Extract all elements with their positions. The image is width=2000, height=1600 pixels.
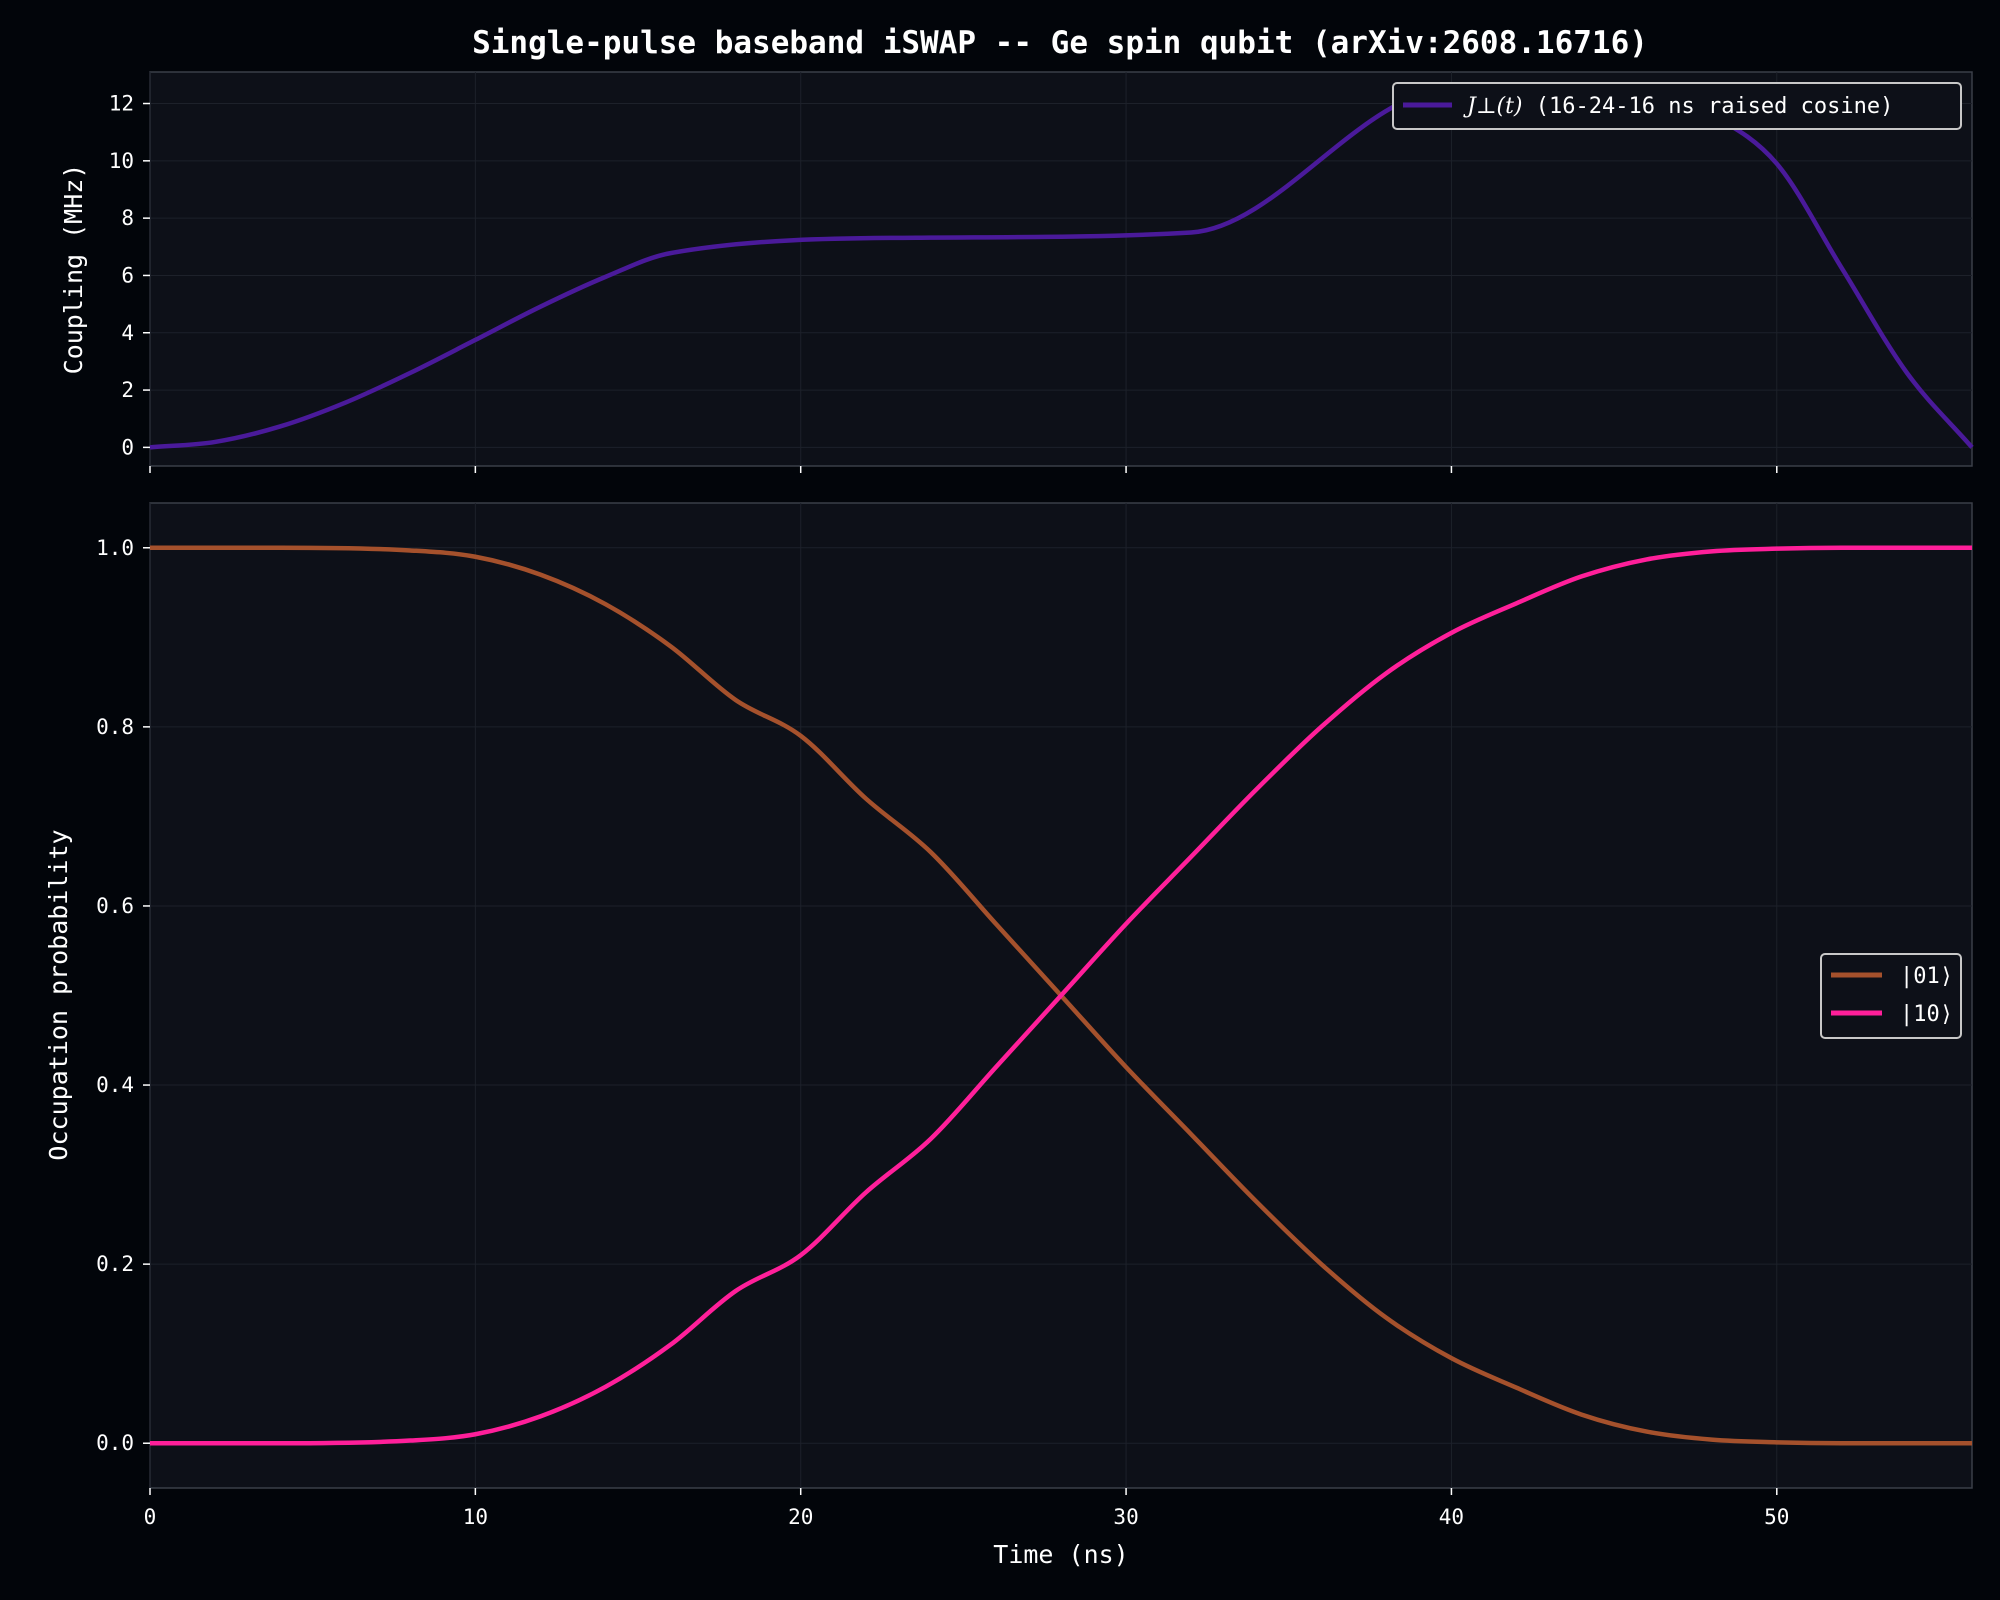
occupation-y-tick-label: 1.0 — [96, 536, 134, 560]
occupation-y-tick-label: 0.6 — [96, 894, 134, 918]
occupation-panel: 0 10 20 30 40 50 0.0 0.2 0.4 0.6 0.8 1.0 Occupation… — [44, 502, 1973, 1569]
coupling-y-tick-label: 12 — [109, 92, 134, 116]
coupling-y-tick-label: 8 — [121, 206, 134, 230]
x-tick-label: 30 — [1113, 1505, 1138, 1529]
x-tick-label: 50 — [1764, 1505, 1789, 1529]
occupation-y-tick-label: 0.2 — [96, 1252, 134, 1276]
x-tick-label: 10 — [463, 1505, 488, 1529]
coupling-y-axis-label: Coupling (MHz) — [59, 164, 88, 375]
chart-title: Single-pulse baseband iSWAP -- Ge spin q… — [472, 25, 1648, 61]
coupling-axes-background — [149, 71, 1973, 467]
x-tick-label: 40 — [1439, 1505, 1464, 1529]
occupation-y-tick-label: 0.0 — [96, 1431, 134, 1455]
coupling-y-tick-label: 6 — [121, 263, 134, 287]
occupation-y-tick-label: 0.8 — [96, 715, 134, 739]
legend-label-10: |10⟩ — [1900, 1002, 1953, 1027]
figure: Single-pulse baseband iSWAP -- Ge spin q… — [0, 0, 2000, 1600]
coupling-legend-math: J⊥(t) — [1463, 94, 1523, 119]
x-tick-label: 0 — [144, 1505, 157, 1529]
coupling-y-tick-label: 2 — [121, 378, 134, 402]
coupling-y-tick-label: 4 — [121, 321, 134, 345]
coupling-legend: J⊥(t) (16-24-16 ns raised cosine) — [1392, 82, 1962, 130]
coupling-legend-suffix: (16-24-16 ns raised cosine) — [1523, 94, 1894, 119]
coupling-y-tick-label: 10 — [109, 149, 134, 173]
occupation-y-axis-label: Occupation probability — [44, 829, 73, 1160]
coupling-y-tick-label: 0 — [121, 435, 134, 459]
coupling-panel: 0 2 4 6 8 10 12 Coupling (MHz) J⊥(t) (16-24-16… — [59, 71, 1974, 473]
time-x-axis-label: Time (ns) — [993, 1540, 1128, 1569]
occupation-y-tick-label: 0.4 — [96, 1073, 134, 1097]
occupation-legend: |01⟩ |10⟩ — [1820, 953, 1962, 1039]
coupling-legend-label: J⊥(t) (16-24-16 ns raised cosine) — [1463, 94, 1893, 119]
x-tick-label: 20 — [788, 1505, 813, 1529]
legend-label-01: |01⟩ — [1900, 964, 1953, 989]
